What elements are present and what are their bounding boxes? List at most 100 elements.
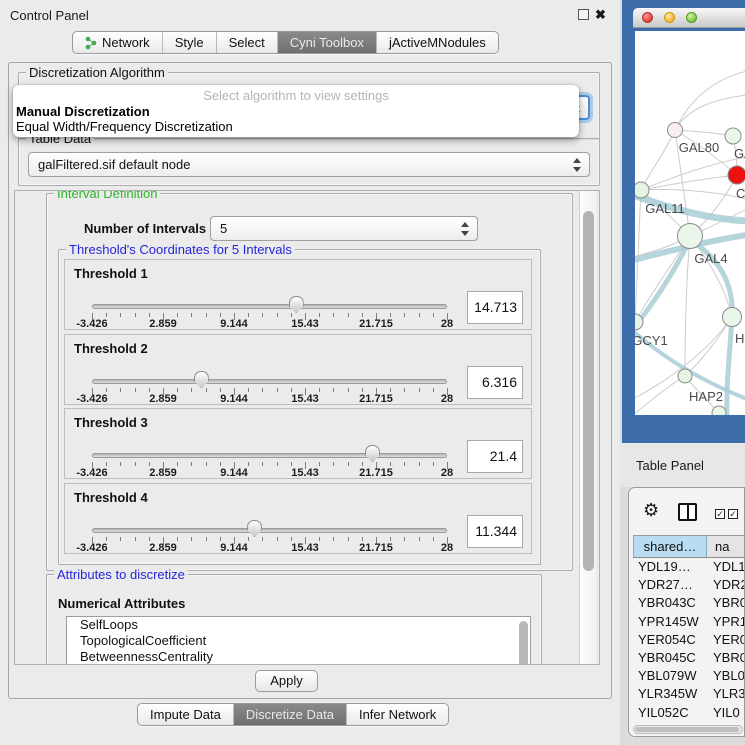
tick-mark — [277, 537, 278, 541]
close-traffic-light[interactable] — [642, 12, 653, 23]
scale-label: 15.43 — [291, 393, 319, 405]
algorithm-option-equal-width[interactable]: Equal Width/Frequency Discretization — [16, 119, 233, 134]
tab-network[interactable]: Network — [73, 32, 163, 53]
top-right-node[interactable] — [725, 128, 741, 144]
shared-name-cell[interactable]: YLR345W — [633, 685, 707, 703]
threshold-slider-thumb[interactable] — [289, 296, 304, 313]
threshold-slider-track[interactable] — [92, 528, 447, 533]
name-cell[interactable]: YBR0 — [707, 649, 745, 667]
threshold-slider-thumb[interactable] — [247, 520, 262, 537]
network-canvas[interactable]: GAL80GACGAL11GAL4GCY1HHAP2 — [635, 31, 745, 415]
tab-select[interactable]: Select — [217, 32, 278, 53]
table-horizontal-scrollbar[interactable] — [633, 725, 743, 734]
panel-scrollbar[interactable] — [579, 191, 596, 665]
table-row[interactable]: YBR043CYBR0 — [633, 594, 745, 612]
network-edge[interactable] — [675, 71, 745, 130]
algorithm-option-manual[interactable]: Manual Discretization — [16, 104, 150, 119]
threshold-value-field[interactable]: 11.344 — [467, 515, 523, 548]
shared-name-cell[interactable]: YDL19… — [633, 558, 707, 576]
shared-name-cell[interactable]: YBR043C — [633, 594, 707, 612]
name-cell[interactable]: YPR1 — [707, 613, 745, 631]
table-row[interactable]: YDR27…YDR2 — [633, 576, 745, 594]
tab-impute-data[interactable]: Impute Data — [138, 704, 234, 725]
network-edge[interactable] — [641, 190, 745, 199]
bottom-node[interactable] — [712, 406, 726, 415]
zoom-traffic-light[interactable] — [686, 12, 697, 23]
table-row[interactable]: YIL052CYIL0 — [633, 704, 745, 722]
panel-scrollbar-thumb[interactable] — [583, 211, 594, 571]
shared-name-cell[interactable]: YBR045C — [633, 649, 707, 667]
threshold-slider-track[interactable] — [92, 304, 447, 309]
name-cell[interactable]: YBR0 — [707, 594, 745, 612]
close-icon[interactable]: ✖ — [595, 7, 606, 23]
table-row[interactable]: YER054CYER0 — [633, 631, 745, 649]
tab-discretize-data[interactable]: Discretize Data — [234, 704, 347, 725]
table-scrollbar-thumb[interactable] — [635, 727, 739, 732]
checkbox-icon[interactable]: ✓ — [728, 509, 738, 519]
shared-name-cell[interactable]: YIL052C — [633, 704, 707, 722]
network-edge[interactable] — [635, 376, 685, 415]
tab-cyni-toolbox[interactable]: Cyni Toolbox — [278, 32, 377, 53]
table-panel-title: Table Panel — [636, 458, 704, 473]
tab-label: Cyni Toolbox — [290, 35, 364, 50]
name-cell[interactable]: YIL0 — [707, 704, 745, 722]
attribute-item[interactable]: SelfLoops — [67, 617, 530, 633]
numerical-attributes-list[interactable]: SelfLoopsTopologicalCoefficientBetweenne… — [66, 616, 531, 665]
split-columns-icon[interactable] — [678, 503, 697, 521]
threshold-slider-thumb[interactable] — [194, 371, 209, 388]
column-header-shared-name[interactable]: shared… — [633, 536, 707, 557]
threshold-slider-track[interactable] — [92, 379, 447, 384]
name-cell[interactable]: YDR2 — [707, 576, 745, 594]
tab-label: Impute Data — [150, 707, 221, 722]
list-scrollbar[interactable] — [519, 621, 528, 665]
shared-name-cell[interactable]: YBL079W — [633, 667, 707, 685]
float-window-icon[interactable] — [578, 9, 589, 20]
name-cell[interactable]: YDL1 — [707, 558, 745, 576]
tick-mark — [191, 388, 192, 392]
threshold-value-field[interactable]: 21.4 — [467, 440, 523, 473]
h-node[interactable] — [723, 308, 742, 327]
table-row[interactable]: YLR345WYLR3 — [633, 685, 745, 703]
threshold-value-field[interactable]: 14.713 — [467, 291, 523, 324]
name-cell[interactable]: YBL0 — [707, 667, 745, 685]
tab-jactivemnodules[interactable]: jActiveMNodules — [377, 32, 498, 53]
name-cell[interactable]: YLR3 — [707, 685, 745, 703]
threshold-slider-track[interactable] — [92, 453, 447, 458]
tab-infer-network[interactable]: Infer Network — [347, 704, 448, 725]
attribute-item[interactable]: BetweennessCentrality — [67, 649, 530, 665]
network-edge[interactable] — [641, 130, 675, 190]
table-row[interactable]: YPR145WYPR1 — [633, 613, 745, 631]
checkbox-icon[interactable]: ✓ — [715, 509, 725, 519]
network-edge[interactable] — [685, 236, 690, 376]
red-node[interactable] — [728, 166, 745, 184]
tick-mark — [106, 537, 107, 541]
hap2-node[interactable] — [678, 369, 692, 383]
tick-mark — [390, 537, 391, 541]
shared-name-cell[interactable]: YER054C — [633, 631, 707, 649]
column-header-name[interactable]: na — [707, 536, 745, 557]
tab-style[interactable]: Style — [163, 32, 217, 53]
shared-name-cell[interactable]: YPR145W — [633, 613, 707, 631]
minimize-traffic-light[interactable] — [664, 12, 675, 23]
table-row[interactable]: YBR045CYBR0 — [633, 649, 745, 667]
table-row[interactable]: YBL079WYBL0 — [633, 667, 745, 685]
table-row[interactable]: YDL19…YDL1 — [633, 558, 745, 576]
shared-name-cell[interactable]: YDR27… — [633, 576, 707, 594]
gal4-node[interactable] — [678, 224, 703, 249]
attribute-item[interactable]: TopologicalCoefficient — [67, 633, 530, 649]
name-cell[interactable]: YER0 — [707, 631, 745, 649]
gal80-node[interactable] — [668, 123, 683, 138]
number-of-intervals-select[interactable]: 5 — [210, 216, 478, 241]
tick-mark — [333, 537, 334, 541]
gal11-node[interactable] — [635, 182, 649, 198]
threshold-value-field[interactable]: 6.316 — [467, 366, 523, 399]
tick-mark — [248, 462, 249, 466]
node-label: C — [736, 186, 745, 201]
table-data-select[interactable]: galFiltered.sif default node — [28, 152, 590, 177]
bottom-tab-bar: Impute Data Discretize DataInfer Network — [137, 703, 449, 726]
threshold-label: Threshold 4 — [74, 490, 148, 505]
network-edge[interactable] — [641, 175, 737, 190]
gear-icon[interactable]: ⚙ — [643, 500, 659, 521]
threshold-slider-thumb[interactable] — [365, 445, 380, 462]
apply-button[interactable]: Apply — [255, 670, 318, 692]
